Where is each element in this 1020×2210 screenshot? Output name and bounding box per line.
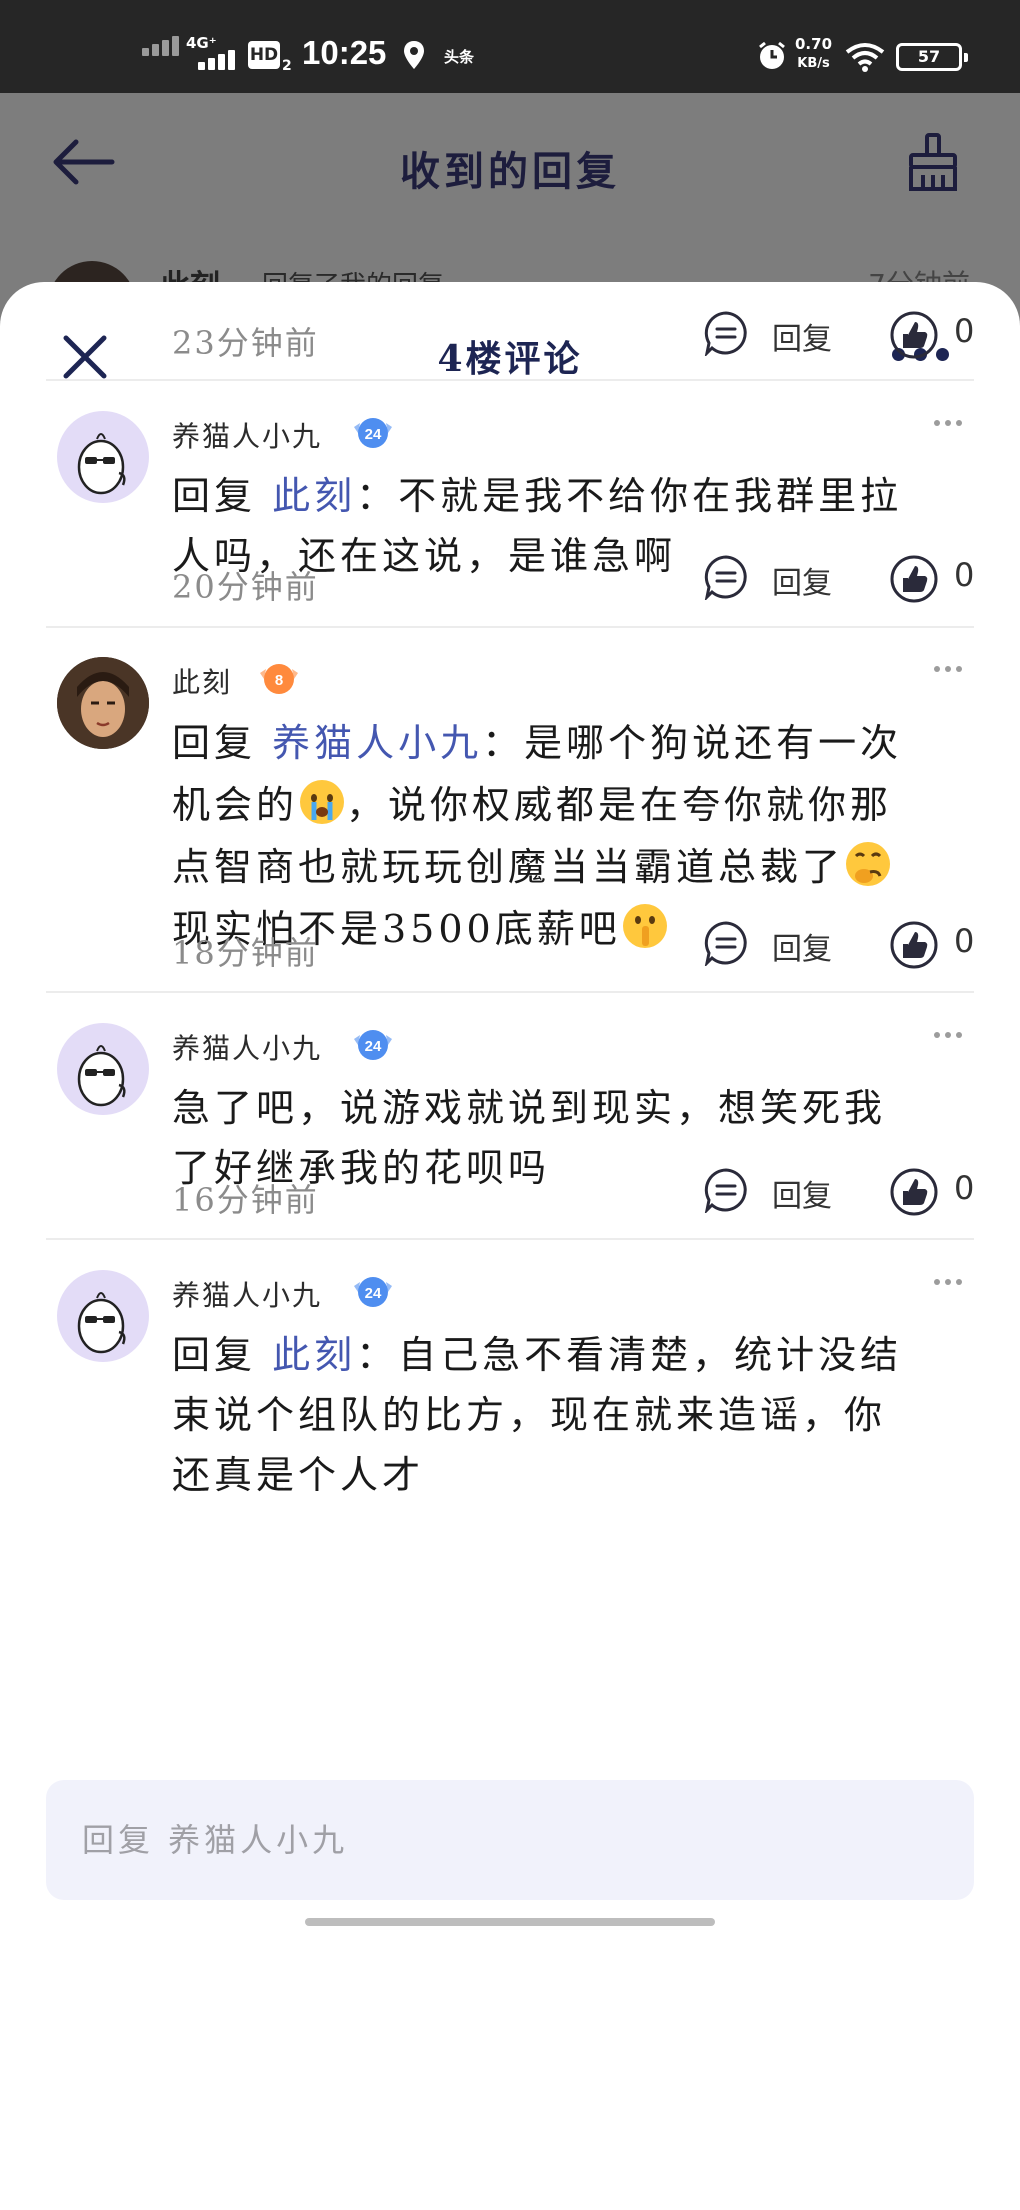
comment-line: ：是哪个狗说还有一次 <box>482 721 903 765</box>
like-count: 0 <box>954 556 975 594</box>
comment-text: 回复 此刻：自己急不看清楚，统计没结 束说个组队的比方，现在就来造谣，你 还真是… <box>172 1325 972 1505</box>
level-badge-icon: 24 <box>352 411 394 453</box>
username[interactable]: 此刻 <box>172 661 232 701</box>
reply-bubble-icon[interactable] <box>703 554 749 600</box>
username[interactable]: 养猫人小九 <box>172 1274 322 1314</box>
thumbs-up-icon[interactable] <box>889 1167 939 1217</box>
level-number: 8 <box>275 672 283 689</box>
reply-button[interactable]: 回复 <box>772 924 832 968</box>
network-speed: 0.70 KB/s <box>795 34 832 74</box>
like-count: 0 <box>954 312 975 350</box>
comment-line: ：自己急不看清楚，统计没结 <box>356 1333 903 1377</box>
level-number: 24 <box>365 426 382 443</box>
speed-value: 0.70 <box>795 35 833 53</box>
avatar[interactable] <box>57 1023 149 1115</box>
comment-line: 机会的 <box>172 783 299 827</box>
mention-link[interactable]: 此刻 <box>272 1333 356 1377</box>
comment-time: 18分钟前 <box>172 934 319 972</box>
hd-sim-number: 2 <box>282 58 292 74</box>
comment-line: 束说个组队的比方，现在就来造谣，你 <box>172 1393 887 1437</box>
comment-more-icon[interactable] <box>934 411 967 430</box>
reply-button[interactable]: 回复 <box>772 314 832 358</box>
comment-more-icon[interactable] <box>934 1270 967 1289</box>
divider <box>46 379 974 381</box>
thumbs-up-icon[interactable] <box>889 920 939 970</box>
username[interactable]: 养猫人小九 <box>172 1027 322 1067</box>
speed-unit: KB/s <box>797 56 830 71</box>
avatar[interactable] <box>57 1270 149 1362</box>
thumbs-up-icon[interactable] <box>889 310 939 360</box>
wifi-icon <box>845 43 885 72</box>
comment-time: 16分钟前 <box>172 1181 319 1219</box>
battery-level: 57 <box>917 47 941 66</box>
comment-line: ，说你权威都是在夸你就你那 <box>346 783 893 827</box>
page-title: 收到的回复 <box>400 148 620 195</box>
action-row: 23分钟前 回复 0 <box>0 308 1020 368</box>
battery-icon: 57 <box>896 43 968 71</box>
avatar[interactable] <box>57 411 149 503</box>
reply-prefix: 回复 <box>172 721 257 765</box>
comment-sheet: 4楼评论 23分钟前 回复 0 养猫人小九 24 回复 此刻：不就是我不给你在我群里… <box>0 282 1020 2210</box>
level-badge-icon: 8 <box>258 657 300 699</box>
location-icon <box>404 41 424 69</box>
comment-line: 还真是个人才 <box>172 1453 425 1497</box>
avatar[interactable] <box>57 657 149 749</box>
divider <box>46 626 974 628</box>
reply-button[interactable]: 回复 <box>772 558 832 602</box>
level-badge-icon: 24 <box>352 1270 394 1312</box>
like-count: 0 <box>954 922 975 960</box>
comment-time: 23分钟前 <box>172 324 319 362</box>
comment-line: 急了吧，说游戏就说到现实，想笑死我 <box>172 1086 887 1130</box>
reply-bubble-icon[interactable] <box>703 310 749 356</box>
reply-input[interactable] <box>82 1780 942 1900</box>
clock: 10:25 <box>302 34 387 71</box>
crying-emoji-icon <box>300 780 345 824</box>
mention-link[interactable]: 养猫人小九 <box>272 721 482 765</box>
level-badge-icon: 24 <box>352 1023 394 1065</box>
network-type: 4G⁺ <box>186 34 217 52</box>
username[interactable]: 养猫人小九 <box>172 415 322 455</box>
action-row: 16分钟前 回复 0 <box>0 1165 1020 1225</box>
reply-prefix: 回复 <box>172 1333 257 1377</box>
home-indicator[interactable] <box>305 1918 715 1926</box>
reply-input-box[interactable] <box>46 1780 974 1900</box>
reply-bubble-icon[interactable] <box>703 1167 749 1213</box>
reply-prefix: 回复 <box>172 474 257 518</box>
status-bar: 4G⁺ HD 2 10:25 头条 0.70 KB/s 57 <box>0 0 1020 93</box>
clear-broom-icon[interactable] <box>905 133 961 193</box>
thumbs-up-icon[interactable] <box>889 554 939 604</box>
divider <box>46 1238 974 1240</box>
comment-more-icon[interactable] <box>934 1023 967 1042</box>
like-count: 0 <box>954 1169 975 1207</box>
reply-button[interactable]: 回复 <box>772 1171 832 1215</box>
mention-link[interactable]: 此刻 <box>272 474 356 518</box>
comment-more-icon[interactable] <box>934 657 967 676</box>
toutiao-notification-icon: 头条 <box>444 48 475 66</box>
hd-voice-icon: HD <box>248 41 280 69</box>
comment-line: 点智商也就玩玩创魔当当霸道总裁了 <box>172 845 845 889</box>
comment-time: 20分钟前 <box>172 568 319 606</box>
action-row: 18分钟前 回复 0 <box>0 918 1020 978</box>
alarm-icon <box>759 41 785 69</box>
action-row: 20分钟前 回复 0 <box>0 552 1020 612</box>
comment-line: ：不就是我不给你在我群里拉 <box>356 474 903 518</box>
level-number: 24 <box>365 1285 382 1302</box>
divider <box>46 991 974 993</box>
level-number: 24 <box>365 1038 382 1055</box>
reply-bubble-icon[interactable] <box>703 920 749 966</box>
thinking-emoji-icon <box>846 842 891 886</box>
